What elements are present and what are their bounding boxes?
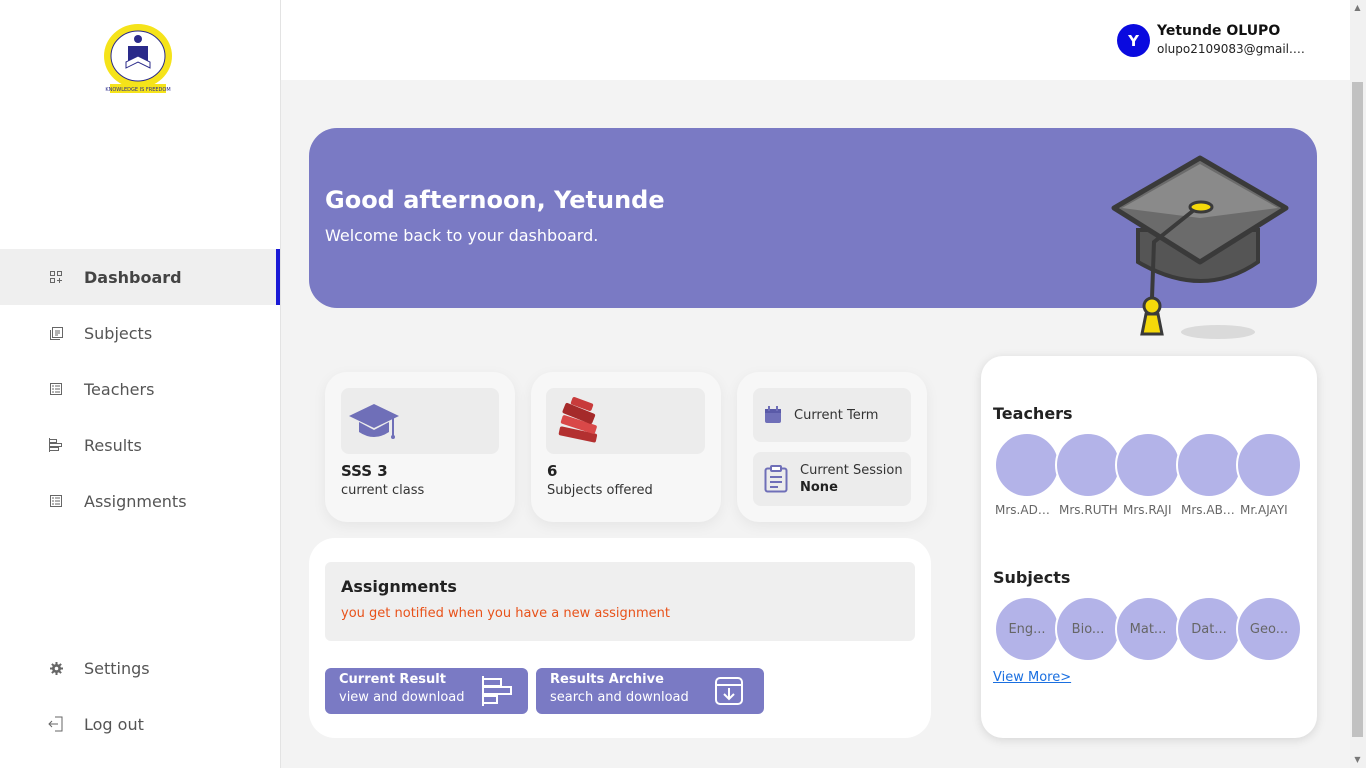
svg-text:KNOWLEDGE IS FREEDOM: KNOWLEDGE IS FREEDOM xyxy=(105,87,170,93)
current-result-subtitle: view and download xyxy=(339,690,465,705)
scroll-up-arrow-icon[interactable]: ▲ xyxy=(1352,2,1363,14)
view-more-link[interactable]: View More> xyxy=(993,670,1071,685)
book-icon xyxy=(48,325,64,341)
avatar[interactable]: Y xyxy=(1117,24,1150,57)
subjects-count-label: Subjects offered xyxy=(547,483,653,498)
list-icon xyxy=(48,381,64,397)
top-header: Y Yetunde OLUPO olupo2109083@gmail.com xyxy=(281,0,1366,80)
list-icon xyxy=(48,493,64,509)
sidebar-item-label: Teachers xyxy=(84,379,155,399)
class-card xyxy=(325,372,515,522)
teacher-avatar[interactable] xyxy=(1115,432,1181,498)
settings-label: Settings xyxy=(84,658,150,678)
sidebar: KNOWLEDGE IS FREEDOM Dashboard Subjects … xyxy=(0,0,281,768)
term-card xyxy=(737,372,927,522)
books-icon xyxy=(558,397,598,443)
class-value: SSS 3 xyxy=(341,462,388,480)
assignments-note: you get notified when you have a new ass… xyxy=(341,606,670,621)
sidebar-item-label: Dashboard xyxy=(84,267,182,287)
teacher-name: Mrs.RAJI xyxy=(1123,503,1172,517)
assignments-title: Assignments xyxy=(341,577,457,596)
subject-circle[interactable]: Dat... xyxy=(1176,596,1242,662)
scroll-down-arrow-icon[interactable]: ▼ xyxy=(1352,754,1363,766)
download-box-icon xyxy=(715,677,743,705)
subject-circle[interactable]: Mat... xyxy=(1115,596,1181,662)
logout-label: Log out xyxy=(84,714,144,734)
sidebar-item-logout[interactable]: Log out xyxy=(0,696,280,752)
teacher-name: Mrs.ABDULLAHI xyxy=(1181,503,1241,517)
current-result-button[interactable]: Current Result view and download xyxy=(325,668,528,714)
chart-icon xyxy=(48,437,64,453)
results-archive-subtitle: search and download xyxy=(550,690,689,705)
chart-icon xyxy=(482,676,512,706)
sidebar-item-teachers[interactable]: Teachers xyxy=(0,361,280,417)
clipboard-icon xyxy=(764,465,788,493)
current-term-label: Current Term xyxy=(794,408,879,423)
sidebar-item-dashboard[interactable]: Dashboard xyxy=(0,249,280,305)
teacher-name: Mrs.RUTH xyxy=(1059,503,1118,517)
logout-icon xyxy=(48,716,64,732)
user-name: Yetunde OLUPO xyxy=(1157,23,1281,39)
subjects-card xyxy=(531,372,721,522)
teachers-title: Teachers xyxy=(993,404,1073,423)
subject-circle[interactable]: Eng... xyxy=(994,596,1060,662)
assignments-box xyxy=(325,562,915,641)
current-session-value: None xyxy=(800,480,838,495)
graduation-cap-illustration xyxy=(1111,155,1289,339)
sidebar-item-subjects[interactable]: Subjects xyxy=(0,305,280,361)
dashboard-icon xyxy=(48,269,64,285)
class-label: current class xyxy=(341,483,425,498)
results-archive-button[interactable]: Results Archive search and download xyxy=(536,668,764,714)
subjects-count: 6 xyxy=(547,462,558,480)
teacher-avatar[interactable] xyxy=(1176,432,1242,498)
scrollbar-thumb[interactable] xyxy=(1352,82,1363,737)
sidebar-item-label: Results xyxy=(84,435,142,455)
gear-icon xyxy=(48,660,64,676)
welcome-subtitle: Welcome back to your dashboard. xyxy=(325,226,599,245)
current-result-title: Current Result xyxy=(339,672,446,687)
teacher-avatar[interactable] xyxy=(1055,432,1121,498)
subjects-title: Subjects xyxy=(993,568,1071,587)
teacher-avatar[interactable] xyxy=(994,432,1060,498)
teacher-name: Mrs.ADEBAYO xyxy=(995,503,1057,517)
subject-circle[interactable]: Geo... xyxy=(1236,596,1302,662)
results-archive-title: Results Archive xyxy=(550,672,664,687)
sidebar-item-results[interactable]: Results xyxy=(0,417,280,473)
current-session-label: Current Session xyxy=(800,463,903,478)
subject-circle[interactable]: Bio... xyxy=(1055,596,1121,662)
user-email: olupo2109083@gmail.com xyxy=(1157,42,1309,56)
sidebar-item-settings[interactable]: Settings xyxy=(0,640,280,696)
sidebar-item-label: Subjects xyxy=(84,323,153,343)
graduation-cap-icon xyxy=(349,404,399,439)
sidebar-item-label: Assignments xyxy=(84,491,187,511)
greeting-title: Good afternoon, Yetunde xyxy=(325,186,665,214)
school-logo: KNOWLEDGE IS FREEDOM xyxy=(104,24,172,93)
calendar-icon xyxy=(765,406,781,423)
teacher-name: Mr.AJAYI xyxy=(1240,503,1288,517)
teacher-avatar[interactable] xyxy=(1236,432,1302,498)
sidebar-item-assignments[interactable]: Assignments xyxy=(0,473,280,529)
